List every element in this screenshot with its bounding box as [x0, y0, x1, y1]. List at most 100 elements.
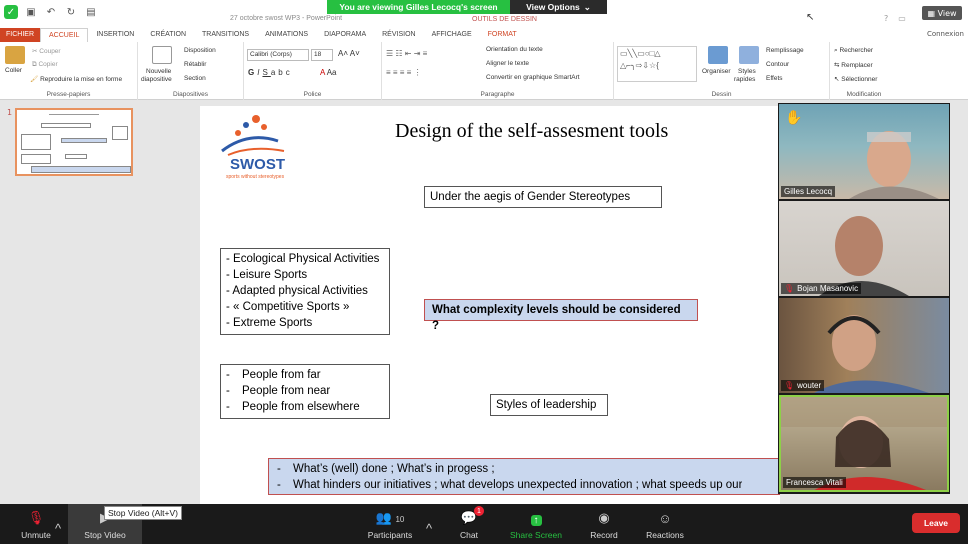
- align-text-button[interactable]: Aligner le texte: [486, 60, 529, 67]
- outline-button[interactable]: Contour: [766, 61, 789, 68]
- select-label: Sélectionner: [841, 76, 878, 83]
- slide-canvas[interactable]: SWOST sports without stereotypes Design …: [200, 106, 780, 504]
- video-gallery: ✋ Gilles Lecocq 🎙 Bojan Masanovic 🎙 wouter: [778, 103, 950, 494]
- clipboard-group-label: Presse-papiers: [46, 91, 91, 98]
- list-buttons-icon[interactable]: ☰ ☷ ⇤ ⇥ ≡: [386, 49, 427, 58]
- tab-creation[interactable]: CRÉATION: [142, 28, 194, 42]
- participants-options-button[interactable]: ^: [424, 504, 434, 544]
- new-slide-button-line2[interactable]: diapositive: [141, 76, 172, 83]
- quick-styles-button-line2[interactable]: rapides: [734, 76, 755, 83]
- font-size-select[interactable]: 18: [311, 49, 333, 61]
- format-painter-button[interactable]: 🖌 Reproduire la mise en forme: [30, 75, 122, 83]
- chevron-up-icon: ^: [425, 521, 433, 536]
- arrange-icon[interactable]: [708, 46, 728, 64]
- select-button[interactable]: ↖ Sélectionner: [834, 75, 877, 83]
- participant-name: Bojan Masanovic: [797, 284, 859, 293]
- redo-icon[interactable]: ↻: [64, 5, 78, 19]
- paste-button[interactable]: Coller: [5, 67, 22, 74]
- quick-styles-icon[interactable]: [739, 46, 759, 64]
- paste-icon[interactable]: [5, 46, 25, 64]
- leave-button[interactable]: Leave: [912, 513, 960, 533]
- list-item-text: What’s (well) done ; What’s in progess ;: [293, 463, 495, 475]
- record-label: Record: [590, 530, 618, 540]
- start-slideshow-icon[interactable]: ▤: [84, 5, 98, 19]
- share-screen-icon: ↑: [530, 515, 542, 526]
- aegis-textbox[interactable]: Under the aegis of Gender Stereotypes: [424, 186, 662, 208]
- quick-styles-button[interactable]: Styles: [738, 68, 756, 75]
- fill-button[interactable]: Remplissage: [766, 47, 804, 54]
- font-name-select[interactable]: Calibri (Corps): [247, 49, 309, 61]
- tab-fichier[interactable]: FICHIER: [0, 28, 40, 42]
- replace-button[interactable]: ⇆ Remplacer: [834, 61, 873, 69]
- shapes-gallery[interactable]: ▭╲╲▭○□△ △⌐╮⇨⇩☆{: [617, 46, 697, 82]
- reset-button[interactable]: Rétablir: [184, 61, 206, 68]
- font-color-icon[interactable]: A Aa: [320, 68, 336, 77]
- copy-label: Copier: [38, 61, 58, 68]
- save-icon[interactable]: ▣: [24, 5, 38, 19]
- bottom-textbox[interactable]: - What’s (well) done ; What’s in progess …: [268, 458, 780, 495]
- editing-group-label: Modification: [846, 91, 882, 98]
- slide-thumbnail[interactable]: [15, 108, 133, 176]
- tab-transitions[interactable]: TRANSITIONS: [194, 28, 257, 42]
- help-icon[interactable]: ?: [884, 14, 888, 23]
- complexity-textbox[interactable]: What complexity levels should be conside…: [424, 299, 698, 332]
- audio-options-button[interactable]: ^: [52, 504, 64, 544]
- find-button[interactable]: ⌕ Rechercher: [834, 47, 873, 55]
- chat-label: Chat: [460, 530, 478, 540]
- font-group: Calibri (Corps) 18 A˄ A˅ GISabc A Aa Pol…: [244, 42, 382, 100]
- chat-button[interactable]: 💬 Chat 1: [452, 504, 486, 544]
- tab-accueil[interactable]: ACCUEIL: [40, 28, 89, 42]
- share-screen-button[interactable]: ↑ Share Screen: [506, 504, 566, 544]
- ribbon-display-icon[interactable]: ▭: [898, 14, 906, 23]
- cursor-icon: ↖: [834, 76, 840, 83]
- slides-group-label: Diapositives: [172, 91, 209, 98]
- stop-video-tooltip: Stop Video (Alt+V): [104, 506, 183, 520]
- tab-insertion[interactable]: INSERTION: [88, 28, 142, 42]
- new-slide-button[interactable]: Nouvelle: [146, 68, 171, 75]
- effects-button[interactable]: Effets: [766, 75, 783, 82]
- view-button[interactable]: ▦ View: [922, 6, 962, 20]
- activities-textbox[interactable]: - Ecological Physical Activities - Leisu…: [220, 248, 390, 335]
- clipboard-group: Coller ✂ Couper ⧉ Copier 🖌 Reproduire la…: [0, 42, 138, 100]
- leadership-textbox[interactable]: Styles of leadership: [490, 394, 608, 416]
- stop-video-label: Stop Video: [84, 530, 126, 540]
- font-style-buttons[interactable]: GISabc: [248, 68, 293, 77]
- reactions-button[interactable]: ☺ Reactions: [642, 504, 688, 544]
- undo-icon[interactable]: ↶: [44, 5, 58, 19]
- search-icon: ⌕: [834, 47, 838, 54]
- brush-icon: 🖌: [30, 76, 39, 83]
- copy-button[interactable]: ⧉ Copier: [32, 61, 58, 69]
- viewing-screen-banner: You are viewing Gilles Lecocq's screen: [327, 0, 510, 14]
- participants-button[interactable]: 👥 10 Participants: [362, 504, 418, 544]
- section-button[interactable]: Section: [184, 75, 206, 82]
- font-grow-icon[interactable]: A˄ A˅: [338, 49, 360, 58]
- video-tile[interactable]: 🎙 wouter: [779, 298, 949, 393]
- video-tile[interactable]: 🎙 Bojan Masanovic: [779, 201, 949, 296]
- layout-button[interactable]: Disposition: [184, 47, 216, 54]
- window-controls: ? ▭: [884, 14, 906, 23]
- slide-thumbnail-panel: 1: [0, 100, 197, 504]
- arrange-button[interactable]: Organiser: [702, 68, 731, 75]
- view-options-button[interactable]: View Options ⌄: [510, 0, 607, 14]
- font-group-label: Police: [303, 91, 322, 98]
- new-slide-icon[interactable]: [152, 46, 172, 64]
- screen: ✓ ▣ ↶ ↻ ▤ 27 octobre swost WP3 - PowerPo…: [0, 0, 968, 544]
- align-buttons-icon[interactable]: ≡ ≡ ≡ ≡ ⋮: [386, 68, 422, 77]
- sign-in-link[interactable]: Connexion: [927, 30, 964, 38]
- participant-name: Gilles Lecocq: [784, 187, 833, 196]
- text-direction-button[interactable]: Orientation du texte: [486, 46, 543, 53]
- tab-revision[interactable]: RÉVISION: [374, 28, 423, 42]
- tab-affichage[interactable]: AFFICHAGE: [424, 28, 480, 42]
- people-textbox[interactable]: - People from far - People from near - Peop…: [220, 364, 390, 419]
- cut-button[interactable]: ✂ Couper: [32, 47, 61, 55]
- video-tile[interactable]: ✋ Gilles Lecocq: [779, 104, 949, 199]
- record-button[interactable]: ◉ Record: [586, 504, 622, 544]
- tab-diaporama[interactable]: DIAPORAMA: [316, 28, 374, 42]
- tab-animations[interactable]: ANIMATIONS: [257, 28, 316, 42]
- participant-name-tag: Gilles Lecocq: [781, 186, 836, 197]
- cut-label: Couper: [39, 48, 61, 55]
- slide-title[interactable]: Design of the self-assesment tools: [395, 120, 668, 143]
- smartart-button[interactable]: Convertir en graphique SmartArt: [486, 74, 580, 81]
- video-tile-active-speaker[interactable]: Francesca Vitali: [779, 395, 949, 492]
- tab-format[interactable]: FORMAT: [480, 28, 525, 42]
